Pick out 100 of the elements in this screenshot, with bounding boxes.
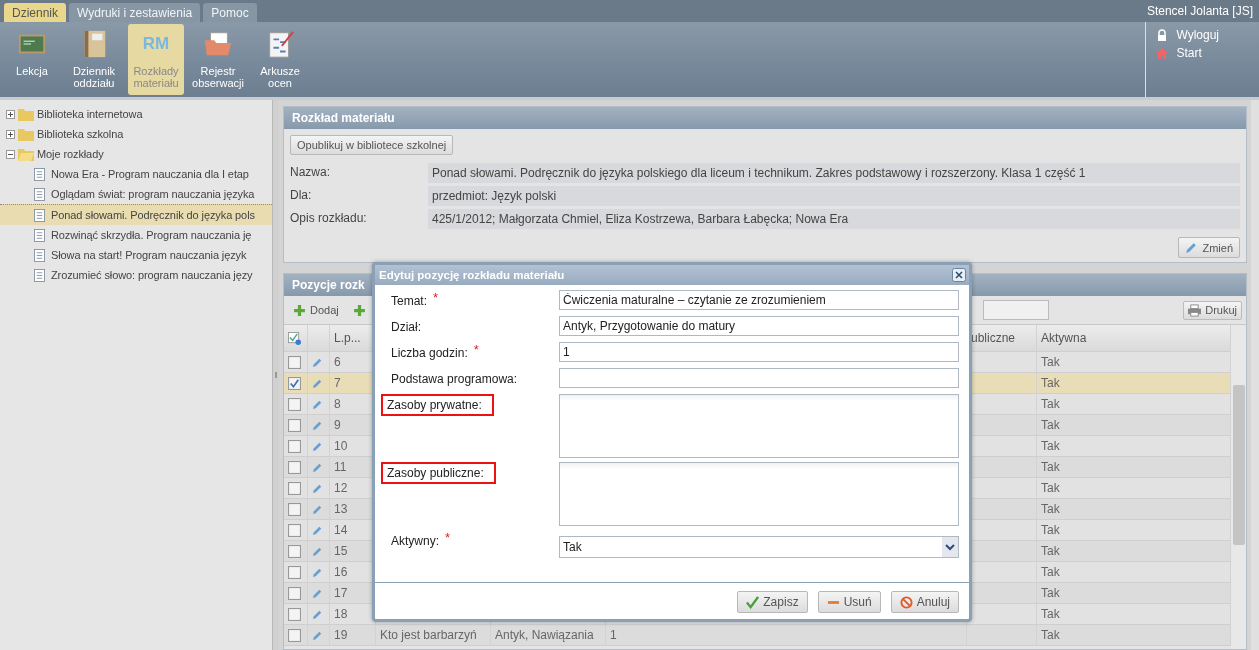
input-field[interactable] (559, 368, 959, 388)
table-row[interactable]: 19 Kto jest barbarzyń Antyk, Nawiązania 1 Tak (284, 625, 1231, 646)
checkbox[interactable] (288, 460, 301, 474)
prohibited-icon (899, 595, 913, 609)
table-cell: 19 (330, 625, 376, 645)
checkbox[interactable] (288, 376, 301, 390)
checkbox[interactable] (288, 586, 301, 600)
field-label: Zasoby prywatne: (381, 394, 494, 416)
document-icon (34, 187, 45, 201)
pencil-icon[interactable] (312, 524, 323, 536)
pencil-icon[interactable] (312, 587, 323, 599)
publish-button[interactable]: Opublikuj w bibliotece szkolnej (290, 135, 454, 155)
input-field[interactable]: 1 (559, 342, 959, 362)
tree-item[interactable]: Biblioteka szkolna (0, 124, 272, 144)
checkbox[interactable] (288, 628, 301, 642)
field-value: Ponad słowami. Podręcznik do języka polskiego dla liceum i technikum. Zakres podstawowy i rozszerzony. Klasa 1 część 1 (428, 163, 1240, 183)
required-mark: * (445, 531, 451, 545)
toolbar-button[interactable]: Rejestr obserwacji (190, 24, 246, 95)
pencil-icon[interactable] (312, 398, 323, 410)
pencil-icon[interactable] (312, 482, 323, 494)
panel-title: Rozkład materiału (284, 107, 1246, 129)
pencil-icon[interactable] (312, 503, 323, 515)
checkbox[interactable] (288, 565, 301, 579)
folder-icon (18, 127, 34, 141)
pencil-icon[interactable] (312, 377, 323, 389)
folder-icon (18, 107, 34, 121)
toolbar-button[interactable]: Dziennik oddziału (66, 24, 122, 95)
field-label: Opis rozkładu: (290, 210, 368, 227)
document-icon (34, 228, 45, 242)
checkbox[interactable] (288, 502, 301, 516)
dialog-button[interactable]: Zapisz (737, 591, 808, 613)
checkbox[interactable] (288, 439, 301, 453)
home-icon (1156, 47, 1169, 59)
checkbox[interactable] (288, 397, 301, 411)
table-cell: Kto jest barbarzyń (380, 628, 477, 642)
field-label: Zasoby publiczne: (381, 462, 496, 484)
tree-item[interactable]: Moje rozkłady (0, 144, 272, 164)
text-area[interactable] (559, 394, 959, 458)
pencil-icon[interactable] (312, 629, 323, 641)
checkbox[interactable] (288, 355, 301, 369)
checkbox[interactable] (288, 481, 301, 495)
pencil-icon[interactable] (312, 566, 323, 578)
lock-icon (1156, 29, 1169, 41)
add-button[interactable]: Dodaj (288, 300, 344, 320)
field-label: Liczba godzin: (390, 345, 469, 362)
checkbox[interactable] (288, 418, 301, 432)
open-folder-icon (18, 147, 34, 161)
pencil-icon[interactable] (312, 440, 323, 452)
select-all-icon[interactable] (288, 331, 301, 345)
pencil-icon[interactable] (312, 356, 323, 368)
required-mark: * (473, 343, 479, 357)
field-label: Podstawa programowa: (390, 371, 519, 388)
search-field[interactable] (982, 300, 1049, 320)
tree-item[interactable]: Oglądam świat: program nauczania języka (0, 184, 272, 204)
document-icon (34, 167, 45, 181)
input-field[interactable]: Antyk, Przygotowanie do matury (559, 316, 959, 336)
pencil-icon[interactable] (312, 545, 323, 557)
tree-item[interactable]: Ponad słowami. Podręcznik do języka pols (0, 204, 272, 225)
checkbox[interactable] (288, 607, 301, 621)
scrollbar[interactable] (1251, 100, 1259, 650)
tree-item[interactable]: Nowa Era - Program nauczania dla I etap (0, 164, 272, 184)
field-label: Temat: (390, 293, 428, 310)
table-cell: 1 (610, 628, 617, 642)
pencil-icon[interactable] (312, 419, 323, 431)
tree-item[interactable]: Biblioteka internetowa (0, 104, 272, 124)
checkbox[interactable] (288, 544, 301, 558)
plus-icon (352, 303, 366, 317)
expand-icon[interactable] (6, 129, 15, 139)
pencil-icon[interactable] (312, 461, 323, 473)
tree-item[interactable]: Słowa na start! Program nauczania język (0, 245, 272, 265)
checkbox[interactable] (288, 523, 301, 537)
field-label: Nazwa: (290, 164, 331, 181)
pencil-icon[interactable] (312, 608, 323, 620)
toolbar-button[interactable]: Arkusze ocen (252, 24, 308, 95)
menu-tab[interactable]: Dziennik (4, 3, 67, 22)
tree-item[interactable]: Rozwinąć skrzydła. Program nauczania ję (0, 225, 272, 245)
scrollbar[interactable] (1231, 325, 1246, 649)
tree-item[interactable]: Zrozumieć słowo: program nauczania języ (0, 265, 272, 285)
dialog-button[interactable]: Anuluj (890, 591, 959, 613)
field-label: Dział: (390, 319, 422, 336)
expand-icon[interactable] (6, 109, 15, 119)
header-link[interactable]: Start (1156, 46, 1219, 60)
table-cell: Antyk, Nawiązania (495, 628, 594, 642)
edit-button[interactable]: Zmień (1178, 237, 1240, 258)
field-label: Aktywny: (390, 533, 440, 550)
input-field[interactable]: Ćwiczenia maturalne – czytanie ze zrozumieniem (559, 290, 959, 310)
close-icon[interactable] (952, 268, 966, 282)
document-icon (34, 268, 45, 282)
field-value: przedmiot: Język polski (428, 186, 1240, 206)
text-area[interactable] (559, 462, 959, 526)
document-icon (34, 248, 45, 262)
plus-icon (293, 303, 306, 317)
dropdown[interactable]: Tak (559, 536, 959, 558)
user-name: Stencel Jolanta [JS] (1146, 4, 1253, 18)
collapse-icon[interactable] (6, 149, 15, 159)
toolbar-button[interactable]: Lekcja (4, 24, 60, 95)
field-value: 425/1/2012; Małgorzata Chmiel, Eliza Kostrzewa, Barbara Łabęcka; Nowa Era (428, 209, 1240, 229)
letters-icon: RM (142, 28, 170, 60)
dialog-button[interactable]: Usuń (817, 591, 881, 613)
print-button[interactable]: Drukuj (1183, 300, 1242, 320)
